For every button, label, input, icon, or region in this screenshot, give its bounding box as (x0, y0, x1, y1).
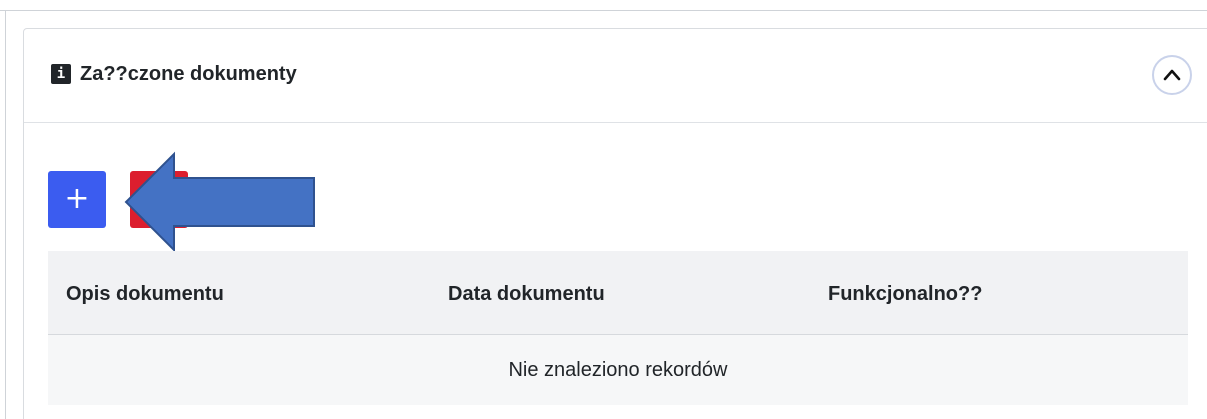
info-icon: i (51, 64, 71, 84)
annotation-arrow-icon (124, 151, 315, 253)
empty-table-message: Nie znaleziono rekordów (48, 335, 1188, 405)
panel-title: Za??czone dokumenty (80, 63, 297, 85)
column-header-functionality[interactable]: Funkcjonalno?? (828, 283, 982, 306)
panel-header[interactable]: i Za??czone dokumenty (24, 29, 1207, 123)
page: i Za??czone dokumenty + Opis dokumentu D… (0, 0, 1207, 419)
collapse-button[interactable] (1152, 55, 1192, 95)
column-header-date[interactable]: Data dokumentu (448, 283, 605, 306)
chevron-up-icon (1163, 69, 1181, 81)
column-header-description[interactable]: Opis dokumentu (66, 283, 224, 306)
outer-divider-left (5, 10, 6, 419)
documents-table: Opis dokumentu Data dokumentu Funkcjonal… (48, 251, 1188, 405)
table-header: Opis dokumentu Data dokumentu Funkcjonal… (48, 251, 1188, 335)
attached-documents-panel: i Za??czone dokumenty + Opis dokumentu D… (23, 28, 1207, 419)
add-document-button[interactable]: + (48, 171, 106, 228)
outer-divider-top (0, 10, 1207, 11)
plus-icon: + (64, 181, 90, 216)
